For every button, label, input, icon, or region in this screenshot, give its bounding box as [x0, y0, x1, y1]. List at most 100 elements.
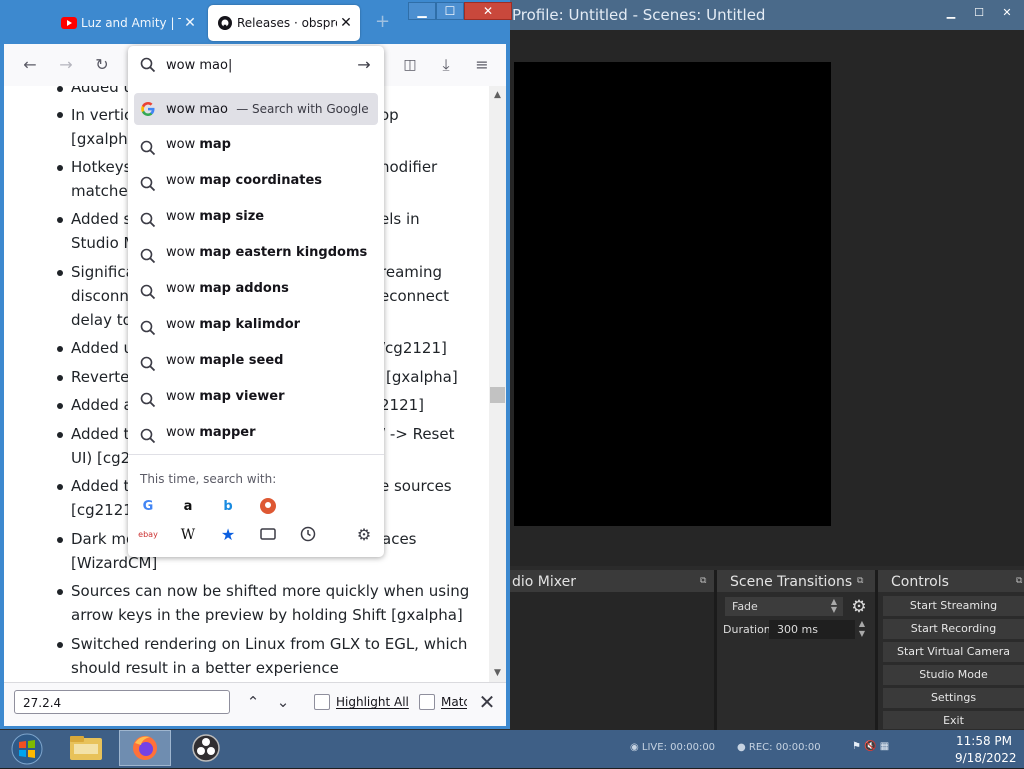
search-settings-gear-icon[interactable]: ⚙: [354, 525, 374, 545]
suggestion-item[interactable]: wow map addons: [134, 273, 378, 305]
ebay-engine-icon[interactable]: ebay: [138, 525, 158, 545]
controls-float-icon[interactable]: ⧉: [1016, 576, 1022, 586]
start-virtual-camera-button[interactable]: Start Virtual Camera: [883, 642, 1024, 662]
bullet: [57, 112, 63, 118]
tab-close-icon[interactable]: ✕: [339, 5, 353, 41]
tabs-engine-icon[interactable]: [258, 525, 278, 545]
page-scrollbar[interactable]: [489, 86, 506, 682]
suggestion-prefix: wow: [166, 137, 200, 152]
suggestion-text: wow map kalimdor: [166, 309, 300, 341]
duration-spin-icon[interactable]: ▲ ▼: [855, 619, 869, 640]
suggestion-item[interactable]: wow map eastern kingdoms: [134, 237, 378, 269]
transition-select-arrows-icon[interactable]: ▲ ▼: [826, 598, 842, 615]
suggestion-text: wow map coordinates: [166, 165, 322, 197]
clock-date[interactable]: 9/18/2022: [955, 751, 1017, 765]
find-close-icon[interactable]: ✕: [477, 690, 497, 714]
downloads-icon[interactable]: ⤓: [436, 55, 456, 75]
firefox-icon: [133, 736, 157, 760]
tab-youtube[interactable]: Luz and Amity | Th ✕: [52, 5, 204, 41]
search-icon: [140, 425, 156, 444]
settings-button[interactable]: Settings: [883, 688, 1024, 708]
suggestion-item[interactable]: wow map size: [134, 201, 378, 233]
scroll-up-icon[interactable]: ▲: [489, 88, 506, 102]
suggestion-prefix: wow: [166, 389, 200, 404]
page-text: delay to: [71, 311, 132, 329]
maximize-button[interactable]: ☐: [436, 2, 464, 20]
page-text: Sources can now be shifted more quickly …: [71, 582, 470, 600]
suggestion-prefix: wow: [166, 209, 200, 224]
amazon-engine-icon[interactable]: a: [178, 497, 198, 517]
suggestion-prefix: wow: [166, 425, 200, 440]
suggestion-item[interactable]: wow mapper: [134, 417, 378, 449]
obs-maximize-button[interactable]: ☐: [966, 4, 992, 22]
highlight-all-label[interactable]: Highlight All: [336, 694, 409, 710]
transition-settings-gear-icon[interactable]: ⚙: [849, 597, 869, 617]
exit-button[interactable]: Exit: [883, 711, 1024, 729]
duckduckgo-engine-icon[interactable]: [258, 497, 278, 517]
find-previous-icon[interactable]: ⌃: [243, 692, 263, 712]
start-recording-button[interactable]: Start Recording: [883, 619, 1024, 639]
start-button[interactable]: [4, 732, 50, 766]
suggestion-item[interactable]: wow map viewer: [134, 381, 378, 413]
minimize-button[interactable]: ▁: [408, 2, 436, 20]
google-engine-icon[interactable]: G: [138, 497, 158, 517]
clock-time[interactable]: 11:58 PM: [956, 734, 1012, 748]
menu-hamburger-icon[interactable]: ≡: [472, 55, 492, 75]
tab-github-releases[interactable]: Releases · obsproje ✕: [208, 5, 360, 41]
page-text: Added u: [71, 339, 134, 357]
start-streaming-button[interactable]: Start Streaming: [883, 596, 1024, 616]
pocket-icon[interactable]: ◫: [400, 55, 420, 75]
highlight-all-checkbox[interactable]: [314, 694, 330, 710]
history-clock-icon[interactable]: [298, 525, 318, 545]
match-case-label[interactable]: Matc: [441, 694, 467, 710]
suggestion-item[interactable]: wow map coordinates: [134, 165, 378, 197]
suggestions-divider: [128, 454, 384, 455]
urlbar-value: wow mao: [166, 58, 228, 73]
suggestion-search-google[interactable]: wow mao — Search with Google: [134, 93, 378, 125]
match-case-checkbox[interactable]: [419, 694, 435, 710]
scrollbar-thumb[interactable]: [490, 387, 505, 403]
close-window-button[interactable]: ✕: [464, 2, 512, 20]
reload-icon[interactable]: ↻: [92, 55, 112, 75]
suggestion-item[interactable]: wow map kalimdor: [134, 309, 378, 341]
find-next-icon[interactable]: ⌄: [273, 692, 293, 712]
controls-title: Controls: [891, 574, 949, 590]
audio-mixer-panel: [510, 592, 714, 730]
urlbar-typed-text[interactable]: wow mao|: [166, 57, 232, 74]
flag-icon[interactable]: ⚑: [852, 741, 861, 752]
suggestion-completion: map kalimdor: [199, 317, 301, 332]
suggestion-item[interactable]: wow map: [134, 129, 378, 161]
obs-close-button[interactable]: ✕: [994, 4, 1020, 22]
page-text: els in: [380, 210, 420, 228]
obs-minimize-button[interactable]: ▁: [938, 4, 964, 22]
audio-mixer-float-icon[interactable]: ⧉: [700, 576, 706, 586]
go-arrow-icon[interactable]: →: [354, 55, 374, 75]
bing-engine-icon[interactable]: b: [218, 497, 238, 517]
scene-transitions-float-icon[interactable]: ⧉: [857, 576, 863, 586]
suggestion-prefix: wow: [166, 173, 200, 188]
page-text: nodifier: [380, 158, 438, 176]
studio-mode-button[interactable]: Studio Mode: [883, 665, 1024, 685]
taskbar-firefox[interactable]: [119, 730, 171, 766]
find-input[interactable]: 27.2.4: [14, 690, 230, 714]
scroll-down-icon[interactable]: ▼: [489, 666, 506, 680]
search-icon: [140, 353, 156, 372]
bookmarks-star-icon[interactable]: ★: [218, 525, 238, 545]
new-tab-plus-icon[interactable]: +: [375, 13, 390, 31]
search-icon: [140, 209, 156, 228]
tab-close-icon[interactable]: ✕: [183, 5, 197, 41]
obs-preview-canvas[interactable]: [514, 62, 831, 526]
suggestion-item[interactable]: wow maple seed: [134, 345, 378, 377]
taskbar-file-explorer[interactable]: [60, 730, 112, 766]
duration-input[interactable]: 300 ms: [769, 620, 855, 639]
bullet: [57, 403, 63, 409]
system-tray[interactable]: ⚑ 🔇 ▦: [852, 741, 889, 752]
network-icon[interactable]: ▦: [880, 741, 889, 752]
suggestion-action: — Search with Google: [236, 102, 369, 116]
forward-arrow-icon[interactable]: →: [56, 55, 76, 75]
speaker-muted-icon[interactable]: 🔇: [864, 741, 876, 752]
wikipedia-engine-icon[interactable]: W: [178, 525, 198, 545]
taskbar-obs[interactable]: [180, 730, 232, 766]
back-arrow-icon[interactable]: ←: [20, 55, 40, 75]
rec-time: REC: 00:00:00: [748, 742, 821, 753]
